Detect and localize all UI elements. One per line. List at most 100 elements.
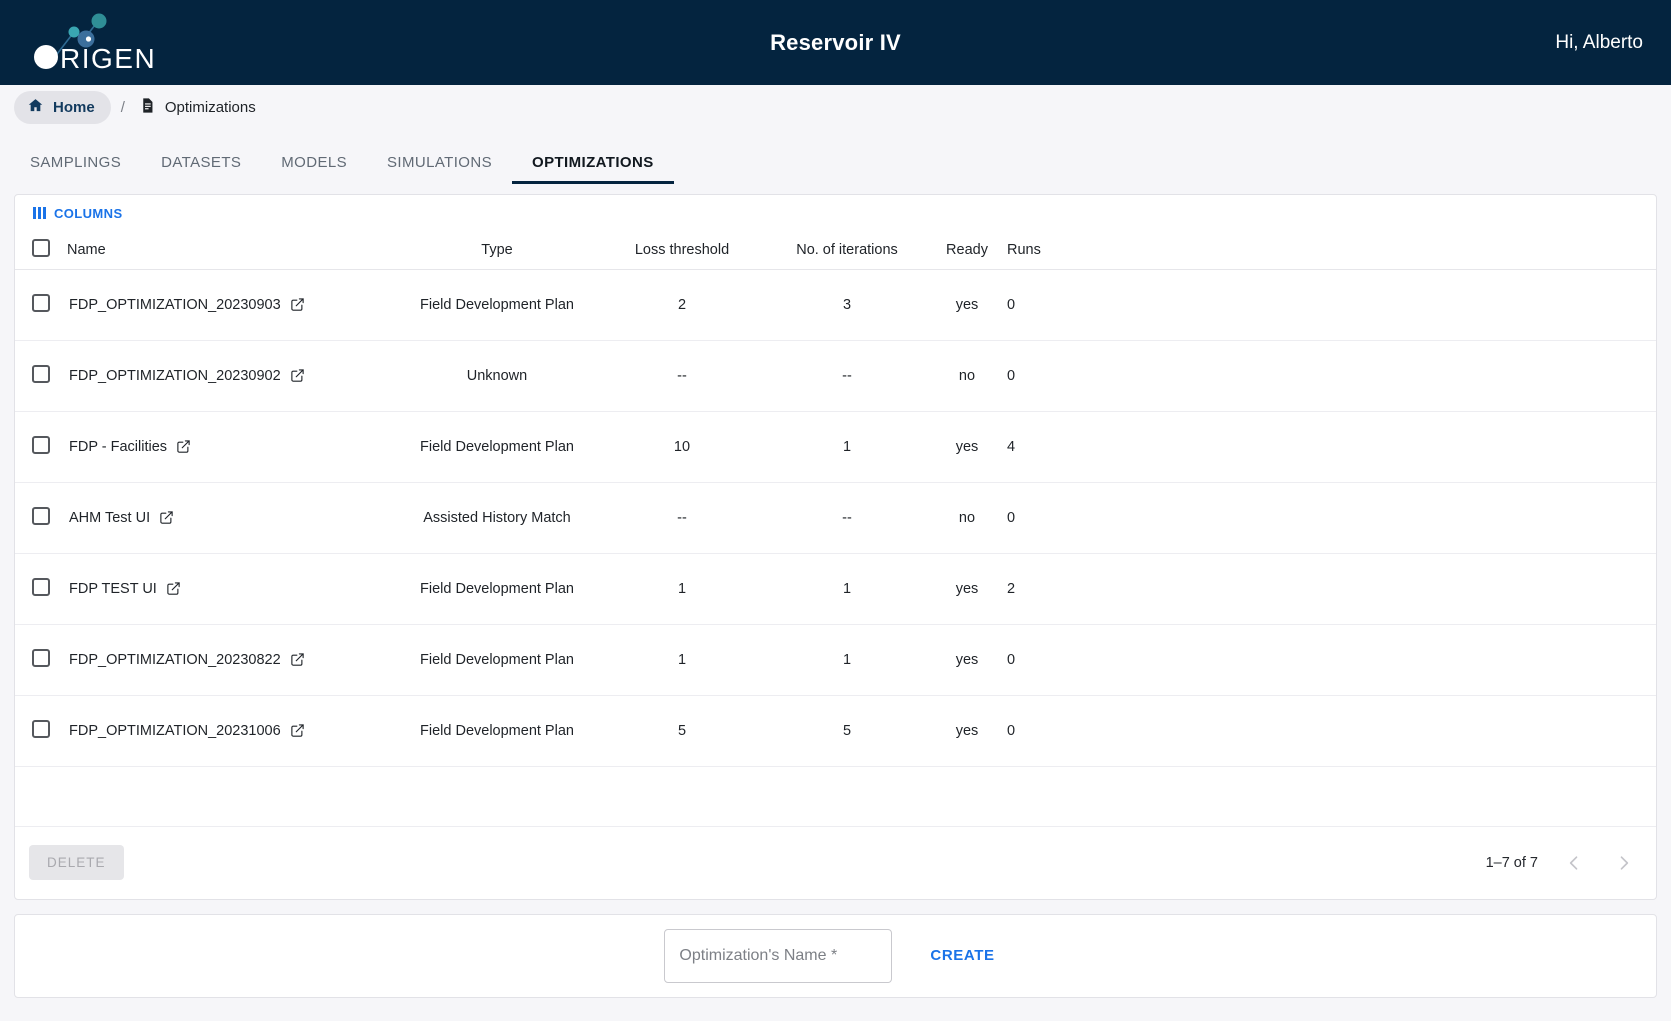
external-link-icon xyxy=(291,653,304,666)
cell-loss-threshold: 1 xyxy=(597,553,767,625)
row-select-cell xyxy=(15,340,67,412)
table-row[interactable]: FDP_OPTIMIZATION_20230902 Unknown -- -- no 0 xyxy=(15,340,1656,412)
breadcrumb-separator: / xyxy=(120,99,125,116)
cell-ready: yes xyxy=(927,624,1007,696)
row-name-label: FDP_OPTIMIZATION_20231006 xyxy=(69,722,281,739)
row-select-cell xyxy=(15,269,67,341)
pagination: 1–7 of 7 xyxy=(1486,849,1638,877)
external-link-icon xyxy=(177,440,190,453)
tab-optimizations[interactable]: OPTIMIZATIONS xyxy=(512,155,674,184)
open-optimization-link[interactable] xyxy=(176,439,191,454)
cell-loss-threshold: -- xyxy=(597,340,767,412)
cell-name: FDP_OPTIMIZATION_20231006 xyxy=(67,695,397,767)
cell-runs: 0 xyxy=(1007,482,1077,554)
row-select-cell xyxy=(15,553,67,625)
table-row[interactable]: FDP - Facilities Field Development Plan 10… xyxy=(15,411,1656,483)
row-checkbox[interactable] xyxy=(32,506,50,525)
row-checkbox[interactable] xyxy=(32,435,50,454)
column-header-loss-threshold[interactable]: Loss threshold xyxy=(597,231,767,270)
table-row[interactable]: FDP_OPTIMIZATION_20231006 Field Developme… xyxy=(15,695,1656,767)
breadcrumb-current[interactable]: Optimizations xyxy=(135,91,260,124)
cell-name: FDP_OPTIMIZATION_20230902 xyxy=(67,340,397,412)
columns-icon xyxy=(33,207,46,219)
breadcrumb-home-label: Home xyxy=(53,99,95,116)
open-optimization-link[interactable] xyxy=(290,368,305,383)
cell-iterations: -- xyxy=(767,482,927,554)
external-link-icon xyxy=(291,369,304,382)
select-all-header xyxy=(15,231,67,270)
column-header-runs[interactable]: Runs xyxy=(1007,231,1077,270)
origen-logo-icon: RIGEN xyxy=(34,13,155,74)
tab-simulations[interactable]: SIMULATIONS xyxy=(367,155,512,184)
cell-iterations: 5 xyxy=(767,695,927,767)
cell-type: Unknown xyxy=(397,340,597,412)
row-checkbox[interactable] xyxy=(32,364,50,383)
tab-datasets[interactable]: DATASETS xyxy=(141,155,261,184)
create-optimization-bar: CREATE xyxy=(14,913,1657,998)
column-header-type[interactable]: Type xyxy=(397,231,597,270)
row-checkbox[interactable] xyxy=(32,648,50,667)
table-row[interactable]: FDP_OPTIMIZATION_20230822 Field Developme… xyxy=(15,624,1656,696)
delete-button[interactable]: DELETE xyxy=(29,845,124,880)
cell-loss-threshold: 5 xyxy=(597,695,767,767)
cell-filler xyxy=(1077,411,1656,483)
origen-logo[interactable]: RIGEN xyxy=(22,6,182,76)
cell-iterations: 1 xyxy=(767,624,927,696)
next-page-button[interactable] xyxy=(1610,849,1638,877)
previous-page-button[interactable] xyxy=(1560,849,1588,877)
cell-ready: no xyxy=(927,340,1007,412)
cell-ready: yes xyxy=(927,269,1007,341)
cell-type: Field Development Plan xyxy=(397,695,597,767)
cell-type: Field Development Plan xyxy=(397,624,597,696)
cell-filler xyxy=(1077,269,1656,341)
document-icon xyxy=(139,97,156,118)
row-name-label: FDP TEST UI xyxy=(69,580,157,597)
column-header-ready[interactable]: Ready xyxy=(927,231,1007,270)
cell-runs: 0 xyxy=(1007,269,1077,341)
breadcrumb: Home / Optimizations xyxy=(0,85,1671,130)
open-optimization-link[interactable] xyxy=(290,297,305,312)
cell-name: FDP TEST UI xyxy=(67,553,397,625)
cell-filler xyxy=(1077,340,1656,412)
open-optimization-link[interactable] xyxy=(166,581,181,596)
external-link-icon xyxy=(291,724,304,737)
chevron-left-icon xyxy=(1569,855,1578,870)
cell-iterations: 3 xyxy=(767,269,927,341)
cell-ready: no xyxy=(927,482,1007,554)
row-checkbox[interactable] xyxy=(32,577,50,596)
section-tabs: SAMPLINGS DATASETS MODELS SIMULATIONS OP… xyxy=(0,130,1671,184)
row-name-label: FDP_OPTIMIZATION_20230903 xyxy=(69,296,281,313)
column-header-iterations[interactable]: No. of iterations xyxy=(767,231,927,270)
column-header-name[interactable]: Name xyxy=(67,231,397,270)
optimization-name-input[interactable] xyxy=(664,928,893,983)
tab-samplings[interactable]: SAMPLINGS xyxy=(10,155,141,184)
select-all-checkbox[interactable] xyxy=(32,238,50,257)
open-optimization-link[interactable] xyxy=(290,652,305,667)
cell-ready: yes xyxy=(927,411,1007,483)
row-select-cell xyxy=(15,624,67,696)
cell-name: FDP_OPTIMIZATION_20230903 xyxy=(67,269,397,341)
create-button[interactable]: CREATE xyxy=(918,937,1006,974)
columns-button[interactable]: COLUMNS xyxy=(27,202,129,225)
open-optimization-link[interactable] xyxy=(159,510,174,525)
cell-type: Field Development Plan xyxy=(397,269,597,341)
open-optimization-link[interactable] xyxy=(290,723,305,738)
app-title: Reservoir IV xyxy=(770,29,901,55)
column-header-filler xyxy=(1077,231,1656,270)
user-greeting[interactable]: Hi, Alberto xyxy=(1555,32,1643,54)
tab-models[interactable]: MODELS xyxy=(261,155,367,184)
table-row[interactable]: AHM Test UI Assisted History Match -- -- no 0 xyxy=(15,482,1656,554)
row-checkbox[interactable] xyxy=(32,293,50,312)
cell-loss-threshold: 1 xyxy=(597,624,767,696)
table-row[interactable]: FDP TEST UI Field Development Plan 1 1 yes 2 xyxy=(15,553,1656,625)
cell-name: FDP_OPTIMIZATION_20230822 xyxy=(67,624,397,696)
row-select-cell xyxy=(15,482,67,554)
app-header: RIGEN Reservoir IV Hi, Alberto xyxy=(0,0,1671,85)
breadcrumb-home[interactable]: Home xyxy=(14,91,111,124)
row-checkbox[interactable] xyxy=(32,719,50,738)
table-row[interactable]: FDP_OPTIMIZATION_20230903 Field Developme… xyxy=(15,269,1656,341)
cell-runs: 2 xyxy=(1007,553,1077,625)
cell-ready: yes xyxy=(927,695,1007,767)
table-footer: DELETE 1–7 of 7 xyxy=(15,827,1656,899)
cell-iterations: 1 xyxy=(767,553,927,625)
